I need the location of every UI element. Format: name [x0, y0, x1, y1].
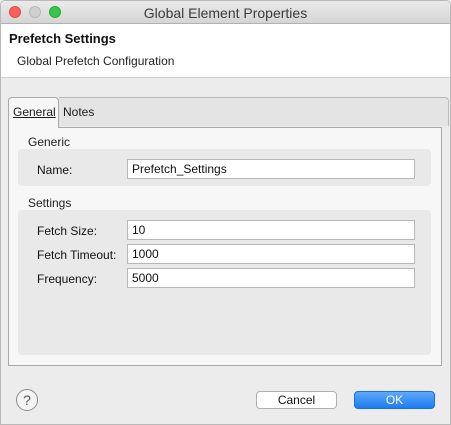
- title-bar: Global Element Properties: [1, 1, 450, 24]
- cancel-button[interactable]: Cancel: [256, 391, 337, 409]
- ok-button[interactable]: OK: [354, 391, 435, 409]
- name-label: Name:: [37, 163, 73, 177]
- tab-general-label: General: [13, 105, 56, 119]
- generic-section-label: Generic: [28, 135, 71, 149]
- dialog-header: Prefetch Settings Global Prefetch Config…: [1, 24, 450, 78]
- fetch-size-label: Fetch Size:: [37, 224, 98, 238]
- header-subtitle: Global Prefetch Configuration: [17, 54, 175, 68]
- fetch-size-field[interactable]: 10: [127, 220, 415, 240]
- settings-section-label: Settings: [28, 196, 72, 210]
- fetch-timeout-label: Fetch Timeout:: [37, 248, 117, 262]
- tab-notes[interactable]: Notes: [59, 97, 449, 126]
- header-title: Prefetch Settings: [9, 31, 116, 46]
- frequency-field[interactable]: 5000: [127, 268, 415, 288]
- name-field[interactable]: Prefetch_Settings: [127, 159, 415, 179]
- frequency-label: Frequency:: [37, 272, 98, 286]
- tab-notes-label: Notes: [63, 105, 95, 119]
- window-title: Global Element Properties: [143, 5, 308, 21]
- tab-general[interactable]: General: [8, 97, 59, 128]
- fetch-timeout-field[interactable]: 1000: [127, 244, 415, 264]
- help-icon[interactable]: ?: [16, 389, 38, 411]
- dialog-window: Global Element Properties Prefetch Setti…: [0, 0, 451, 425]
